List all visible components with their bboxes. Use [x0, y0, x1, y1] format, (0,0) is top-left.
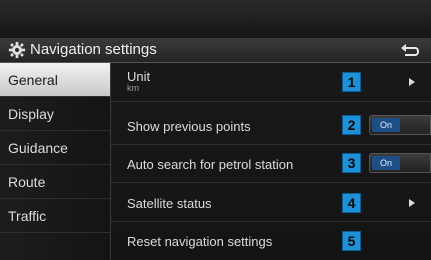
- sidebar-item-label: General: [8, 72, 58, 88]
- sidebar-item-route[interactable]: Route: [0, 165, 110, 199]
- callout-badge: 4: [342, 193, 361, 213]
- sidebar-item-label: Display: [8, 106, 54, 122]
- chevron-right-icon: [409, 78, 415, 86]
- setting-label: Unit: [127, 69, 151, 84]
- setting-label: Show previous points: [127, 119, 251, 134]
- toggle-switch[interactable]: On: [369, 115, 431, 135]
- setting-row-satellite-status[interactable]: Satellite status 4: [111, 183, 431, 222]
- sidebar-item-label: Guidance: [8, 140, 68, 156]
- sidebar-item-traffic[interactable]: Traffic: [0, 199, 110, 233]
- callout-badge: 2: [342, 115, 361, 135]
- screen: Navigation settings General Display Guid…: [0, 0, 431, 260]
- sidebar-item-display[interactable]: Display: [0, 97, 110, 131]
- setting-value: km: [127, 83, 139, 93]
- page-title: Navigation settings: [30, 41, 157, 58]
- sidebar-item-label: Route: [8, 174, 46, 190]
- sidebar-item-guidance[interactable]: Guidance: [0, 131, 110, 165]
- header-bar: Navigation settings: [0, 38, 431, 63]
- setting-row-unit[interactable]: Unit km 1: [111, 63, 431, 102]
- settings-list: Unit km 1 Show previous points 2 On Auto…: [111, 63, 431, 260]
- toggle-switch[interactable]: On: [369, 153, 431, 173]
- sidebar: General Display Guidance Route Traffic: [0, 63, 111, 260]
- setting-label: Satellite status: [127, 196, 212, 211]
- back-icon[interactable]: [397, 41, 421, 59]
- setting-row-auto-search-petrol[interactable]: Auto search for petrol station 3 On: [111, 144, 431, 183]
- setting-label: Auto search for petrol station: [127, 157, 294, 172]
- setting-row-reset[interactable]: Reset navigation settings 5: [111, 222, 431, 260]
- callout-badge: 3: [342, 153, 361, 173]
- chevron-right-icon: [409, 199, 415, 207]
- sidebar-item-label: Traffic: [8, 208, 47, 224]
- toggle-state: On: [372, 118, 400, 132]
- callout-badge: 1: [342, 72, 361, 92]
- sidebar-item-general[interactable]: General: [0, 63, 110, 97]
- gear-icon: [8, 41, 26, 59]
- toggle-state: On: [372, 156, 400, 170]
- callout-badge: 5: [342, 231, 361, 251]
- setting-label: Reset navigation settings: [127, 234, 273, 249]
- setting-row-show-previous-points[interactable]: Show previous points 2 On: [111, 106, 431, 145]
- top-bar: [0, 0, 431, 38]
